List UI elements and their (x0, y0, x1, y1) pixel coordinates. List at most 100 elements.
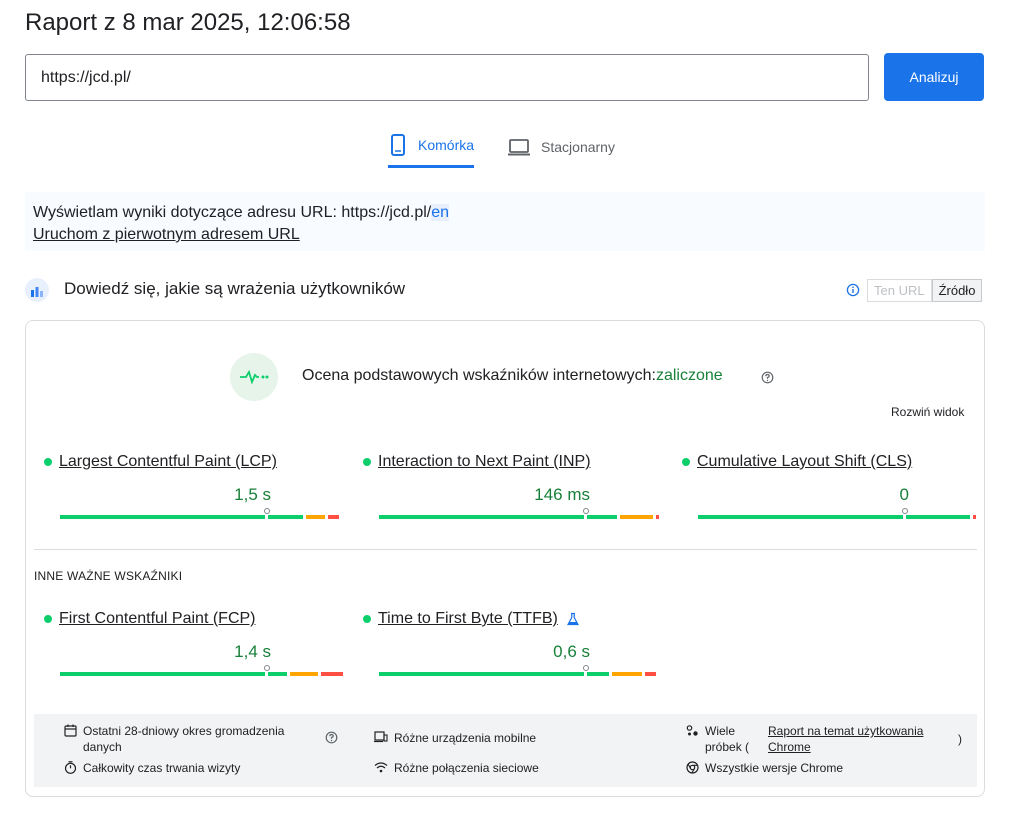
good-status-dot (44, 615, 52, 623)
wifi-icon (374, 761, 388, 773)
help-icon[interactable] (761, 371, 774, 389)
tab-mobile[interactable]: Komórka (388, 128, 475, 168)
samples-icon (686, 724, 699, 737)
metric-value: 1,4 s (234, 642, 271, 661)
crux-report-link[interactable]: Raport na temat użytkowania Chrome (768, 723, 938, 755)
metric-cls: Cumulative Layout Shift (CLS) 0 (682, 453, 976, 519)
mobile-phone-icon (388, 134, 408, 156)
experimental-flask-icon[interactable] (566, 612, 580, 626)
good-segment (379, 672, 584, 676)
chrome-versions-text: Wszystkie wersje Chrome (705, 761, 844, 775)
metric-name[interactable]: Largest Contentful Paint (LCP) (59, 453, 277, 471)
distribution-bar (698, 508, 979, 519)
laptop-icon (507, 137, 531, 157)
metric-lcp: Largest Contentful Paint (LCP) 1,5 s (44, 453, 339, 519)
good-segment (268, 672, 287, 676)
crux-title: Dowiedź się, jakie są wrażenia użytkowni… (64, 279, 406, 298)
p75-marker (902, 508, 908, 514)
metric-value: 1,5 s (234, 485, 271, 504)
chrome-versions: Wszystkie wersje Chrome (686, 760, 843, 776)
devices-icon (374, 731, 388, 743)
distribution-bar (60, 508, 342, 519)
good-status-dot (363, 458, 371, 466)
device-types: Różne urządzenia mobilne (374, 730, 536, 746)
device-tabs: Komórka Stacjonarny (388, 128, 648, 168)
calendar-icon (64, 724, 77, 737)
collection-period: Ostatni 28-dniowy okres gromadzenia dany… (64, 723, 334, 755)
metric-fcp: First Contentful Paint (FCP) 1,4 s (44, 610, 343, 676)
data-collection-info: Ostatni 28-dniowy okres gromadzenia dany… (34, 714, 977, 787)
toggle-this-url[interactable]: Ten URL (867, 279, 932, 302)
info-icon[interactable] (846, 283, 860, 302)
field-data-card: Ocena podstawowych wskaźników internetow… (25, 320, 985, 797)
distribution-bar (379, 508, 662, 519)
poor-segment (645, 672, 656, 676)
p75-marker (264, 665, 270, 671)
good-status-dot (363, 615, 371, 623)
good-segment (587, 515, 617, 519)
visit-duration-text: Całkowity czas trwania wizyty (83, 761, 241, 775)
good-status-dot (44, 458, 52, 466)
period-help-icon[interactable] (325, 731, 338, 747)
section-divider (34, 549, 977, 550)
p75-marker (264, 508, 270, 514)
poor-segment (328, 515, 339, 519)
p75-marker (583, 665, 589, 671)
average-segment (620, 515, 653, 519)
samples-prefix: Wiele próbek ( (705, 724, 750, 754)
p75-marker (583, 508, 589, 514)
good-segment (60, 515, 265, 519)
crux-icon (25, 278, 49, 302)
cwv-label: Ocena podstawowych wskaźników internetow… (302, 367, 656, 384)
metric-name[interactable]: Time to First Byte (TTFB) (378, 610, 558, 628)
metric-name[interactable]: Interaction to Next Paint (INP) (378, 453, 591, 471)
good-segment (587, 672, 609, 676)
report-title: Raport z 8 mar 2025, 12:06:58 (25, 9, 351, 36)
toggle-origin[interactable]: Źródło (931, 279, 983, 302)
tab-mobile-label: Komórka (418, 137, 475, 153)
url-redirect-notice: Wyświetlam wyniki dotyczące adresu URL: … (25, 192, 985, 251)
pulse-icon (230, 353, 278, 401)
notice-text: Wyświetlam wyniki dotyczące adresu URL: … (33, 202, 977, 224)
good-segment (60, 672, 265, 676)
poor-segment (656, 515, 659, 519)
good-segment (698, 515, 903, 519)
tab-desktop-label: Stacjonarny (541, 138, 615, 155)
chrome-icon (686, 761, 699, 774)
metric-name[interactable]: Cumulative Layout Shift (CLS) (697, 453, 912, 471)
network-connections-text: Różne połączenia sieciowe (394, 761, 539, 775)
good-status-dot (682, 458, 690, 466)
good-segment (379, 515, 584, 519)
data-source-toggle: Ten URL Źródło (867, 279, 983, 302)
notice-prefix: Wyświetlam wyniki dotyczące adresu URL: … (33, 204, 432, 221)
metric-name[interactable]: First Contentful Paint (FCP) (59, 610, 256, 628)
metric-value: 0,6 s (553, 642, 590, 661)
run-original-url-link[interactable]: Uruchom z pierwotnym adresem URL (33, 224, 300, 246)
metric-ttfb: Time to First Byte (TTFB) 0,6 s (363, 610, 656, 676)
metric-value: 0 (899, 485, 909, 504)
sample-info: Wiele próbek ( Raport na temat użytkowan… (686, 723, 971, 755)
average-segment (290, 672, 318, 676)
samples-suffix: ) (958, 732, 962, 746)
timer-icon (64, 761, 77, 774)
good-segment (268, 515, 303, 519)
notice-highlight: en (431, 204, 450, 221)
network-connections: Różne połączenia sieciowe (374, 760, 539, 776)
metric-inp: Interaction to Next Paint (INP) 146 ms (363, 453, 659, 519)
analyze-button[interactable]: Analizuj (884, 53, 984, 101)
cwv-status: zaliczone (655, 367, 723, 384)
metric-value: 146 ms (534, 485, 590, 504)
distribution-bar (379, 665, 659, 676)
poor-segment (973, 515, 976, 519)
other-metrics-label: INNE WAŻNE WSKAŹNIKI (34, 569, 183, 583)
distribution-bar (60, 665, 346, 676)
expand-view-button[interactable]: Rozwiń widok (891, 405, 964, 419)
url-input[interactable] (25, 54, 869, 101)
tab-desktop[interactable]: Stacjonarny (507, 128, 615, 165)
poor-segment (321, 672, 343, 676)
collection-period-text: Ostatni 28-dniowy okres gromadzenia dany… (83, 724, 285, 754)
average-segment (306, 515, 325, 519)
visit-duration: Całkowity czas trwania wizyty (64, 760, 240, 776)
device-types-text: Różne urządzenia mobilne (394, 731, 537, 745)
average-segment (612, 672, 642, 676)
